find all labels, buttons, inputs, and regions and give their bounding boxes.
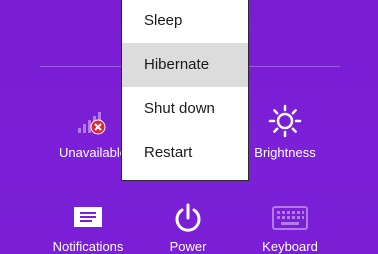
power-icon <box>172 202 204 239</box>
notifications-icon <box>73 206 103 233</box>
menu-item-shut-down[interactable]: Shut down <box>122 87 248 131</box>
settings-charm-panel: Unavailable Brightness Notifications Pow… <box>0 0 378 254</box>
menu-item-hibernate[interactable]: Hibernate <box>122 43 248 87</box>
menu-item-sleep[interactable]: Sleep <box>122 0 248 42</box>
power-tile[interactable]: Power <box>140 200 236 254</box>
brightness-icon <box>268 104 302 143</box>
notifications-tile[interactable]: Notifications <box>40 200 136 254</box>
brightness-label: Brightness <box>254 145 316 160</box>
brightness-tile[interactable]: Brightness <box>240 104 330 164</box>
power-options-menu: Sleep Hibernate Shut down Restart <box>121 0 249 181</box>
menu-item-restart[interactable]: Restart <box>122 131 248 175</box>
keyboard-tile[interactable]: Keyboard <box>242 200 338 254</box>
network-unavailable-icon <box>76 106 110 141</box>
keyboard-icon <box>272 206 308 235</box>
